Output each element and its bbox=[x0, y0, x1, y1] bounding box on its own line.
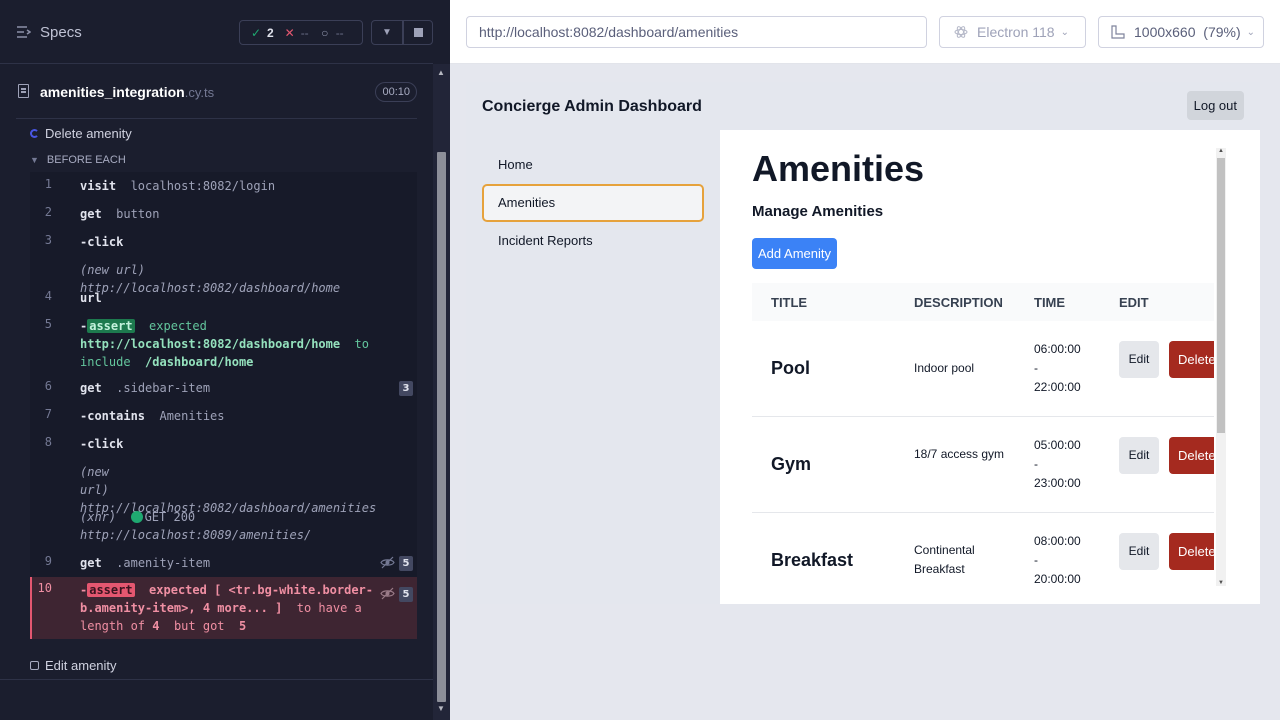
delete-button[interactable]: Delete bbox=[1169, 437, 1214, 474]
edit-button[interactable]: Edit bbox=[1119, 533, 1159, 570]
command-log-scrollbar[interactable]: ▲ ▼ bbox=[433, 64, 450, 720]
scroll-down-icon[interactable]: ▼ bbox=[437, 704, 445, 713]
test-delete-amenity[interactable]: Delete amenity bbox=[30, 126, 132, 141]
scroll-up-icon[interactable]: ▲ bbox=[1218, 148, 1224, 154]
collapse-button[interactable]: ▼ bbox=[371, 20, 403, 45]
add-amenity-button[interactable]: Add Amenity bbox=[752, 238, 837, 269]
delete-button[interactable]: Delete bbox=[1169, 341, 1214, 378]
chevron-down-icon: ⌄ bbox=[1060, 26, 1069, 38]
element-count-badge: 5 bbox=[399, 587, 413, 602]
test-edit-amenity[interactable]: Edit amenity bbox=[30, 658, 117, 673]
amenity-time: 06:00:00-22:00:00 bbox=[1034, 342, 1081, 394]
before-each-hook[interactable]: ▼ BEFORE EACH bbox=[30, 154, 126, 166]
divider bbox=[0, 679, 433, 680]
scrollbar-thumb[interactable] bbox=[1217, 158, 1225, 433]
electron-icon bbox=[954, 26, 968, 38]
pending-stat: ○ -- bbox=[318, 26, 344, 40]
specs-list-icon[interactable] bbox=[17, 25, 31, 39]
spec-duration: 00:10 bbox=[375, 82, 417, 102]
amenity-title: Gym bbox=[771, 454, 812, 474]
column-header: TITLE bbox=[771, 295, 808, 310]
content-scrollbar[interactable]: ▲ ▼ bbox=[1216, 148, 1226, 586]
spec-file-row[interactable]: amenities_integration.cy.ts 00:10 bbox=[16, 65, 417, 119]
table-row: Gym 18/7 access gym 05:00:00-23:00:00 Ed… bbox=[752, 417, 1214, 513]
column-header: TIME bbox=[1034, 295, 1066, 310]
table-row: Breakfast Continental Breakfast 08:00:00… bbox=[752, 513, 1214, 604]
main-content: Amenities Manage Amenities Add Amenity T… bbox=[720, 130, 1260, 604]
stop-button[interactable] bbox=[403, 20, 433, 45]
browser-selector[interactable]: Electron 118 ⌄ bbox=[939, 16, 1086, 48]
logout-button[interactable]: Log out bbox=[1186, 91, 1244, 120]
page-subtitle: Manage Amenities bbox=[752, 203, 884, 220]
stop-icon bbox=[413, 28, 423, 37]
sidebar: Home Amenities Incident Reports bbox=[466, 130, 720, 604]
edit-button[interactable]: Edit bbox=[1119, 341, 1159, 378]
xhr-status-dot-icon bbox=[130, 511, 143, 523]
element-count-badge: 5 bbox=[399, 556, 413, 571]
aut-toolbar: http://localhost:8082/dashboard/amenitie… bbox=[450, 0, 1280, 64]
document-icon bbox=[18, 84, 29, 98]
scrollbar-thumb[interactable] bbox=[437, 152, 446, 702]
running-spinner-icon bbox=[30, 129, 39, 138]
specs-label[interactable]: Specs bbox=[40, 24, 82, 41]
delete-button[interactable]: Delete bbox=[1169, 533, 1214, 570]
edit-button[interactable]: Edit bbox=[1119, 437, 1159, 474]
column-header: EDIT bbox=[1119, 295, 1149, 310]
spec-file-name: amenities_integration.cy.ts bbox=[40, 84, 215, 100]
sidebar-item-incident-reports[interactable]: Incident Reports bbox=[482, 222, 704, 260]
amenity-title: Pool bbox=[771, 358, 810, 378]
chevron-down-icon: ▼ bbox=[382, 27, 392, 38]
app-preview: Concierge Admin Dashboard Log out Home A… bbox=[466, 82, 1260, 604]
chevron-down-icon: ▼ bbox=[30, 155, 39, 165]
eye-off-icon bbox=[380, 556, 395, 569]
failed-stat: ✕ -- bbox=[284, 25, 309, 40]
amenity-time: 05:00:00-23:00:00 bbox=[1034, 438, 1081, 490]
sidebar-item-amenities[interactable]: Amenities bbox=[482, 184, 704, 222]
passed-stat: ✓ 2 bbox=[250, 25, 274, 40]
sidebar-item-home[interactable]: Home bbox=[482, 146, 704, 184]
amenity-time: 08:00:00-20:00:00 bbox=[1034, 534, 1081, 586]
queued-icon bbox=[30, 661, 39, 670]
failed-assert-row[interactable]: 10 - assert expected [ <tr.bg-white.borde… bbox=[30, 577, 417, 639]
scroll-up-icon[interactable]: ▲ bbox=[437, 68, 445, 77]
page-title: Amenities bbox=[752, 148, 925, 189]
element-count-badge: 3 bbox=[399, 381, 413, 396]
eye-off-icon bbox=[380, 587, 395, 600]
amenities-table: TITLE DESCRIPTION TIME EDIT Pool Indoor … bbox=[752, 283, 1214, 604]
amenity-title: Breakfast bbox=[771, 550, 854, 570]
runner-header: Specs ✓ 2 ✕ -- ○ -- ▼ bbox=[0, 0, 433, 64]
viewport-selector[interactable]: 1000x660 (79%) ⌄ bbox=[1098, 16, 1264, 48]
table-header: TITLE DESCRIPTION TIME EDIT bbox=[752, 283, 1214, 321]
scroll-down-icon[interactable]: ▼ bbox=[1218, 580, 1224, 586]
ruler-icon bbox=[1111, 25, 1125, 39]
app-title: Concierge Admin Dashboard bbox=[482, 98, 702, 115]
column-header: DESCRIPTION bbox=[914, 295, 1003, 310]
x-icon: ✕ bbox=[284, 25, 295, 40]
test-stats: ✓ 2 ✕ -- ○ -- bbox=[239, 20, 363, 45]
pending-icon: ○ bbox=[321, 25, 329, 40]
app-header: Concierge Admin Dashboard Log out bbox=[466, 82, 1260, 130]
table-row: Pool Indoor pool 06:00:00-22:00:00 Edit … bbox=[752, 321, 1214, 417]
chevron-down-icon: ⌄ bbox=[1246, 26, 1256, 38]
command-list: 1 visit localhost:8082/login 2 get butto… bbox=[30, 172, 417, 639]
amenity-description: Indoor pool bbox=[914, 361, 975, 375]
amenity-description: Continental Breakfast bbox=[914, 543, 975, 576]
amenity-description: 18/7 access gym bbox=[914, 447, 1005, 461]
command-log-panel: Specs ✓ 2 ✕ -- ○ -- ▼ amenities_integrat… bbox=[0, 0, 450, 720]
check-icon: ✓ bbox=[250, 25, 262, 40]
url-bar[interactable]: http://localhost:8082/dashboard/amenitie… bbox=[466, 16, 927, 48]
